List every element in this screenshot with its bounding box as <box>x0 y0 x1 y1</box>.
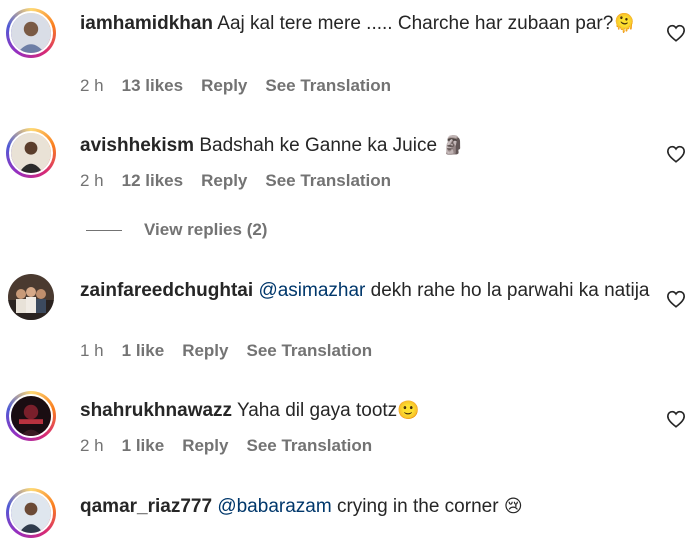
avatar[interactable] <box>8 274 54 320</box>
comment-time: 2 h <box>80 436 104 455</box>
comment-text: avishhekism Badshah ke Ganne ka Juice 🗿 <box>80 132 650 159</box>
comment-body: Aaj kal tere mere ..... Charche har zuba… <box>213 13 614 34</box>
avatar[interactable] <box>6 391 56 441</box>
comment-username[interactable]: shahrukhnawazz <box>80 400 232 421</box>
heart-outline-icon[interactable] <box>666 410 686 428</box>
comment-meta: 1 h 1 like Reply See Translation <box>80 341 390 361</box>
replies-divider <box>86 230 122 232</box>
comment-username[interactable]: avishhekism <box>80 135 194 156</box>
moai-emoji-icon: 🗿 <box>442 135 465 155</box>
comment-meta: 2 h 1 like Reply See Translation <box>80 436 390 456</box>
comment-time: 2 h <box>80 171 104 190</box>
see-translation-button[interactable]: See Translation <box>246 436 372 455</box>
mention-link[interactable]: @asimazhar <box>258 280 365 301</box>
see-translation-button[interactable]: See Translation <box>265 171 391 190</box>
comment-meta: 2 h 12 likes Reply See Translation <box>80 171 409 191</box>
comment-body: Badshah ke Ganne ka Juice <box>194 135 443 156</box>
reply-button[interactable]: Reply <box>182 436 228 455</box>
comment-text: qamar_riaz777 @babarazam crying in the c… <box>80 493 650 520</box>
comment-body: Yaha dil gaya tootz <box>232 400 398 421</box>
comment-text: iamhamidkhan Aaj kal tere mere ..... Cha… <box>80 10 650 37</box>
view-replies-label: View replies (2) <box>144 220 268 239</box>
heart-outline-icon[interactable] <box>666 145 686 163</box>
avatar[interactable] <box>6 488 56 538</box>
comment-likes[interactable]: 13 likes <box>122 76 183 95</box>
comment-username[interactable]: iamhamidkhan <box>80 13 213 34</box>
heart-outline-icon[interactable] <box>666 24 686 42</box>
see-translation-button[interactable]: See Translation <box>265 76 391 95</box>
comment-meta: 2 h 13 likes Reply See Translation <box>80 76 409 96</box>
comment-time: 2 h <box>80 76 104 95</box>
comment-username[interactable]: zainfareedchughtai <box>80 280 253 301</box>
avatar[interactable] <box>6 8 56 58</box>
crying-face-emoji-icon: 😢 <box>503 496 523 516</box>
heart-outline-icon[interactable] <box>666 290 686 308</box>
view-replies-button[interactable]: View replies (2) <box>86 220 267 240</box>
reply-button[interactable]: Reply <box>182 341 228 360</box>
melting-face-emoji-icon: 🫠 <box>613 13 636 33</box>
avatar[interactable] <box>6 128 56 178</box>
slightly-smiling-face-emoji-icon: 🙂 <box>397 400 420 420</box>
comment-text: shahrukhnawazz Yaha dil gaya tootz🙂 <box>80 397 650 424</box>
comment-likes[interactable]: 12 likes <box>122 171 183 190</box>
comment-likes[interactable]: 1 like <box>122 341 165 360</box>
see-translation-button[interactable]: See Translation <box>246 341 372 360</box>
reply-button[interactable]: Reply <box>201 76 247 95</box>
comment-likes[interactable]: 1 like <box>122 436 165 455</box>
comment-text: zainfareedchughtai @asimazhar dekh rahe … <box>80 277 650 304</box>
comment-time: 1 h <box>80 341 104 360</box>
comment-username[interactable]: qamar_riaz777 <box>80 496 212 517</box>
comment-body: dekh rahe ho la parwahi ka natija <box>365 280 650 301</box>
reply-button[interactable]: Reply <box>201 171 247 190</box>
comment-body: crying in the corner <box>331 496 504 517</box>
mention-link[interactable]: @babarazam <box>217 496 331 517</box>
